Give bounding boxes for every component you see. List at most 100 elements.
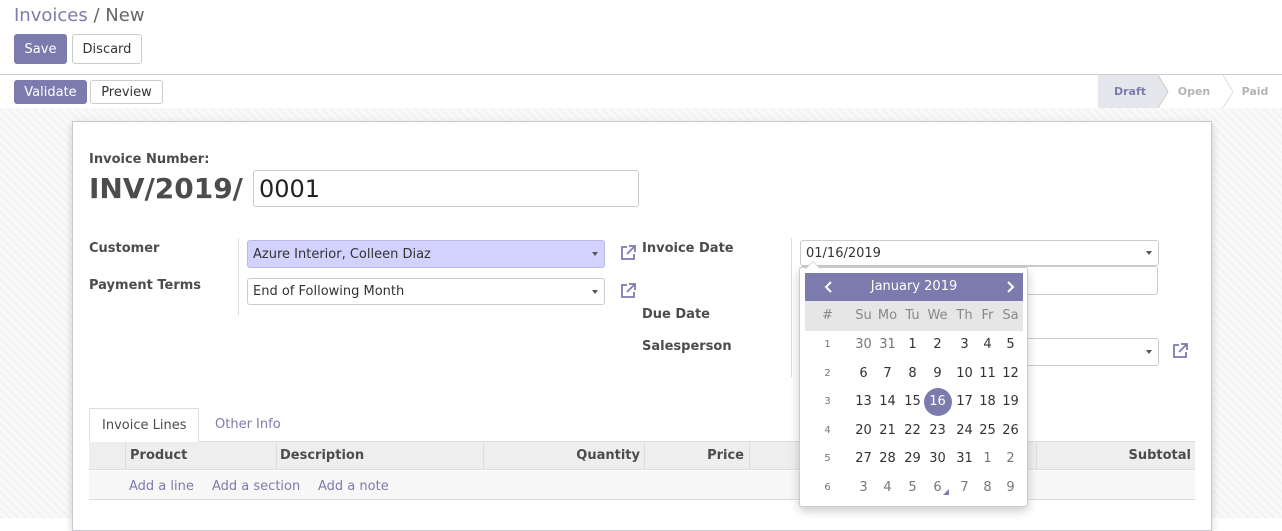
datepicker-day[interactable]: 9 [998, 474, 1023, 502]
datepicker-day[interactable]: 4 [975, 331, 1000, 359]
breadcrumb-separator: / [93, 5, 100, 26]
datepicker-week-number: 2 [824, 367, 831, 379]
datepicker-day[interactable]: 23 [925, 417, 950, 445]
payment-terms-select[interactable]: End of Following Month [247, 278, 605, 305]
tab-other-info[interactable]: Other Info [203, 408, 293, 442]
column-separator [1036, 442, 1037, 470]
datepicker-weekday-header: Mo [877, 308, 898, 323]
breadcrumb-invoices-link[interactable]: Invoices [14, 5, 88, 26]
status-draft[interactable]: Draft [1098, 75, 1162, 108]
datepicker-day[interactable]: 28 [875, 445, 900, 473]
column-separator [125, 442, 126, 470]
customer-select[interactable]: Azure Interior, Colleen Diaz [247, 240, 605, 268]
add-line-link[interactable]: Add a line [129, 479, 194, 494]
chevron-left-icon[interactable] [823, 281, 835, 293]
datepicker-week-number: 6 [824, 482, 831, 493]
datepicker-day[interactable]: 7 [875, 360, 900, 388]
datepicker-day[interactable]: 25 [975, 417, 1000, 445]
datepicker-weekday-header: Tu [905, 308, 920, 323]
column-separator [644, 442, 645, 470]
invoice-number-input[interactable]: 0001 [253, 170, 639, 207]
status-paid[interactable]: Paid [1228, 75, 1282, 108]
discard-button[interactable]: Discard [72, 34, 142, 64]
chevron-right-icon[interactable] [1004, 281, 1016, 293]
add-section-link[interactable]: Add a section [212, 479, 300, 494]
datepicker-day[interactable]: 24 [952, 417, 977, 445]
datepicker-day[interactable]: 2 [925, 331, 950, 359]
datepicker-day[interactable]: 2 [998, 445, 1023, 473]
datepicker-day[interactable]: 31 [952, 445, 977, 473]
breadcrumb-current: New [105, 5, 145, 26]
column-header-quantity[interactable]: Quantity [500, 442, 640, 470]
customer-value: Azure Interior, Colleen Diaz [253, 246, 431, 262]
datepicker-weekday-header: # [822, 308, 833, 323]
column-header-price[interactable]: Price [650, 442, 744, 470]
preview-button[interactable]: Preview [90, 80, 163, 104]
external-link-icon[interactable] [1170, 341, 1190, 361]
column-header-product[interactable]: Product [130, 442, 187, 470]
datepicker-month-title[interactable]: January 2019 [835, 273, 993, 301]
datepicker-day[interactable]: 20 [851, 417, 876, 445]
external-link-icon[interactable] [618, 243, 638, 263]
column-header-description[interactable]: Description [280, 442, 364, 470]
datepicker-week-number: 4 [824, 424, 831, 436]
status-open[interactable]: Open [1163, 75, 1225, 108]
save-button[interactable]: Save [14, 34, 67, 64]
datepicker-day[interactable]: 5 [900, 474, 925, 502]
datepicker-day[interactable]: 8 [975, 474, 1000, 502]
datepicker-day[interactable]: 12 [998, 360, 1023, 388]
datepicker-day[interactable]: 30 [851, 331, 876, 359]
datepicker-day[interactable]: 10 [952, 360, 977, 388]
invoice-number-prefix: INV/2019/ [89, 172, 243, 205]
datepicker-week-number: 1 [824, 339, 831, 350]
salesperson-label: Salesperson [642, 339, 732, 354]
datepicker-day[interactable]: 26 [998, 417, 1023, 445]
datepicker-day[interactable]: 5 [998, 331, 1023, 359]
breadcrumb: Invoices / New [14, 5, 145, 26]
datepicker-day[interactable]: 22 [900, 417, 925, 445]
datepicker-day[interactable]: 4 [875, 474, 900, 502]
tab-invoice-lines[interactable]: Invoice Lines [89, 408, 200, 442]
datepicker-pointer [805, 261, 821, 269]
datepicker-day[interactable]: 1 [975, 445, 1000, 473]
datepicker-day[interactable]: 27 [851, 445, 876, 473]
datepicker-day[interactable]: 6 [925, 474, 950, 502]
customer-label: Customer [89, 241, 160, 256]
datepicker-day[interactable]: 30 [925, 445, 950, 473]
datepicker-day[interactable]: 17 [952, 388, 977, 416]
datepicker-week-number: 3 [824, 396, 831, 408]
datepicker-day[interactable]: 9 [925, 360, 950, 388]
datepicker-day[interactable]: 19 [998, 388, 1023, 416]
invoice-date-value: 01/16/2019 [806, 245, 881, 261]
datepicker-day[interactable]: 29 [900, 445, 925, 473]
column-separator [749, 442, 750, 470]
invoice-date-input[interactable]: 01/16/2019 [800, 240, 1159, 266]
external-link-icon[interactable] [618, 281, 638, 301]
datepicker-day[interactable]: 3 [952, 331, 977, 359]
table-header [89, 442, 1195, 470]
datepicker-day[interactable]: 6 [851, 360, 876, 388]
column-separator [483, 442, 484, 470]
dropdown-caret-icon [592, 252, 598, 256]
add-note-link[interactable]: Add a note [318, 479, 389, 494]
invoice-number-label: Invoice Number: [89, 152, 210, 167]
datepicker-day[interactable]: 3 [851, 474, 876, 502]
datepicker-day[interactable]: 21 [875, 417, 900, 445]
datepicker-day[interactable]: 15 [900, 388, 925, 416]
column-header-subtotal[interactable]: Subtotal [1040, 442, 1191, 470]
datepicker-day[interactable]: 11 [975, 360, 1000, 388]
datepicker-selected-day[interactable]: 16 [923, 388, 952, 417]
datepicker-day[interactable]: 14 [875, 388, 900, 416]
payment-terms-label: Payment Terms [89, 278, 202, 293]
datepicker-weekday-header: Su [855, 308, 872, 323]
datepicker-day[interactable]: 31 [875, 331, 900, 359]
datepicker-day[interactable]: 8 [900, 360, 925, 388]
control-panel-divider [0, 74, 1282, 75]
datepicker-day[interactable]: 1 [900, 331, 925, 359]
datepicker-day[interactable]: 7 [952, 474, 977, 502]
label-divider [238, 238, 239, 315]
datepicker-day[interactable]: 13 [851, 388, 876, 416]
validate-button[interactable]: Validate [14, 80, 87, 104]
datepicker-day[interactable]: 18 [975, 388, 1000, 416]
status-bar: Draft Open Paid [1098, 75, 1282, 108]
